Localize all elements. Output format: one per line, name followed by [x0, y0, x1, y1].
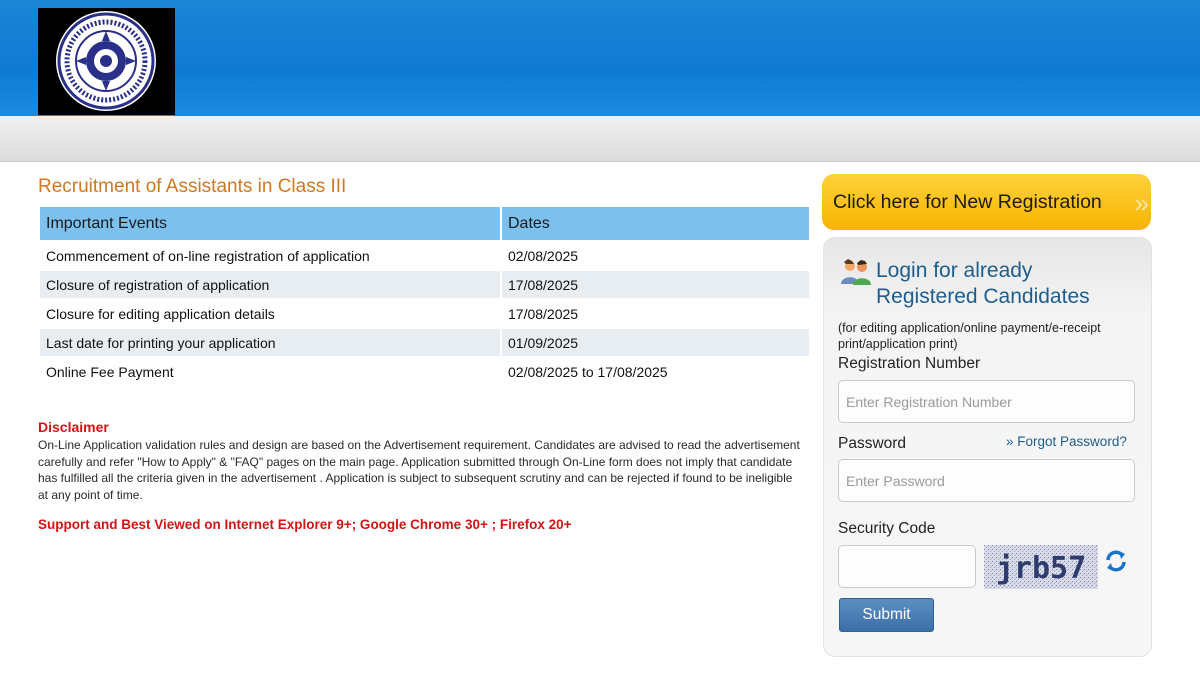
users-group-icon [840, 258, 872, 286]
captcha-image: jrb57 [984, 545, 1098, 589]
forgot-password-link[interactable]: » Forgot Password? [1006, 434, 1127, 449]
table-row: Last date for printing your application … [40, 329, 809, 356]
registration-number-label: Registration Number [838, 355, 981, 372]
navigation-bar [0, 116, 1200, 162]
table-row: Closure of registration of application 1… [40, 271, 809, 298]
double-chevron-right-icon: » [1006, 434, 1014, 449]
table-row: Closure for editing application details … [40, 300, 809, 327]
event-cell: Last date for printing your application [40, 329, 500, 356]
page-title: Recruitment of Assistants in Class III [38, 176, 347, 197]
date-cell: 17/08/2025 [502, 271, 809, 298]
date-cell: 02/08/2025 [502, 242, 809, 269]
security-code-label: Security Code [838, 520, 936, 537]
login-title: Login for already Registered Candidates [876, 259, 1090, 308]
double-chevron-right-icon: » [1134, 188, 1150, 218]
table-row: Commencement of on-line registration of … [40, 242, 809, 269]
column-header-dates: Dates [502, 207, 809, 240]
table-row: Online Fee Payment 02/08/2025 to 17/08/2… [40, 358, 809, 385]
disclaimer-heading: Disclaimer [38, 419, 109, 435]
company-logo[interactable] [38, 8, 175, 115]
date-cell: 02/08/2025 to 17/08/2025 [502, 358, 809, 385]
important-events-table: Important Events Dates Commencement of o… [38, 205, 811, 387]
event-cell: Closure of registration of application [40, 271, 500, 298]
date-cell: 01/09/2025 [502, 329, 809, 356]
security-code-input[interactable] [838, 545, 976, 588]
event-cell: Closure for editing application details [40, 300, 500, 327]
new-registration-button[interactable]: Click here for New Registration » [822, 174, 1151, 230]
login-subtitle: (for editing application/online payment/… [838, 321, 1101, 351]
password-label: Password [838, 435, 907, 452]
password-input[interactable] [838, 459, 1135, 502]
forgot-password-label: Forgot Password? [1017, 434, 1127, 449]
event-cell: Commencement of on-line registration of … [40, 242, 500, 269]
date-cell: 17/08/2025 [502, 300, 809, 327]
captcha-text: jrb57 [996, 551, 1086, 586]
header-banner [0, 0, 1200, 116]
registration-number-input[interactable] [838, 380, 1135, 423]
table-header-row: Important Events Dates [40, 207, 809, 240]
submit-button[interactable]: Submit [839, 598, 934, 632]
refresh-icon[interactable] [1103, 548, 1129, 574]
column-header-events: Important Events [40, 207, 500, 240]
login-panel: Login for already Registered Candidates … [823, 237, 1152, 657]
browser-support-note: Support and Best Viewed on Internet Expl… [38, 517, 572, 532]
new-registration-label: Click here for New Registration [833, 190, 1102, 213]
disclaimer-text: On-Line Application validation rules and… [38, 438, 800, 502]
event-cell: Online Fee Payment [40, 358, 500, 385]
